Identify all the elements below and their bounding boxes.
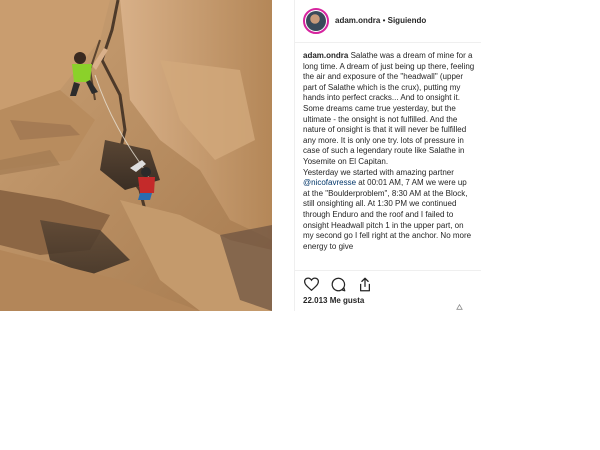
caption-text-continued: Yesterday we started with amazing partne… [303,167,454,177]
action-bar [303,276,384,292]
climbing-photo [0,0,272,311]
caption-username-link[interactable]: adam.ondra [303,51,348,60]
caption-fade [303,256,475,270]
caption-text: Salathe was a dream of mine for a long t… [303,51,475,166]
separator-dot: • [382,16,386,25]
post-details-panel: adam.ondra • Siguiendo adam.ondra Salath… [294,0,481,311]
caption-text-end: at 00:01 AM, 7 AM we were up at the "Bou… [303,178,472,251]
avatar-image [306,11,326,31]
share-button[interactable] [357,276,373,292]
avatar[interactable] [303,8,329,34]
header-divider [295,42,481,43]
heart-icon [303,277,319,291]
post-header: adam.ondra • Siguiendo [303,6,478,36]
comment-button[interactable] [330,276,346,292]
post-image[interactable] [0,0,272,311]
username-link[interactable]: adam.ondra [335,16,380,25]
actions-divider [295,270,481,271]
post-caption: adam.ondra Salathe was a dream of mine f… [303,51,475,269]
likes-count[interactable]: 22.013 Me gusta [303,296,364,305]
comment-icon [331,277,345,291]
mention-link[interactable]: @nicofavresse [303,178,356,187]
following-button[interactable]: Siguiendo [388,16,427,25]
header-text: adam.ondra • Siguiendo [335,16,426,26]
share-icon [360,277,370,291]
like-button[interactable] [303,276,319,292]
triangle-icon [455,303,463,311]
